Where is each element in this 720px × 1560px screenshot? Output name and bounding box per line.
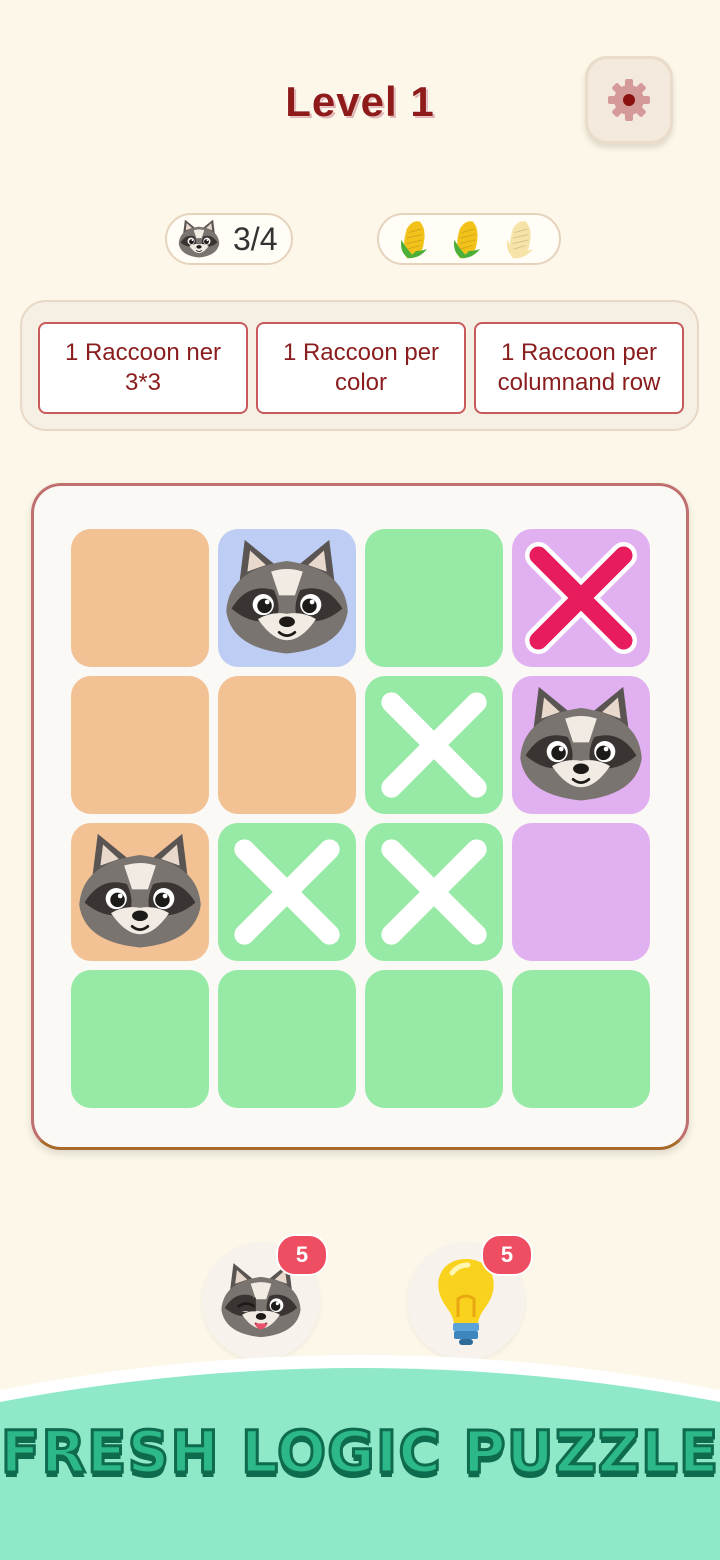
grid-cell-r4-c3[interactable] — [365, 970, 503, 1108]
raccoon-icon — [74, 826, 206, 958]
rule-card-3: 1 Raccoon per columnand row — [474, 322, 684, 414]
grid-cell-r2-c1[interactable] — [71, 676, 209, 814]
rules-panel: 1 Raccoon ner 3*3 1 Raccoon per color 1 … — [20, 300, 699, 431]
cross-icon — [381, 839, 487, 945]
grid-cell-r1-c3[interactable] — [365, 529, 503, 667]
corn-rating — [377, 213, 561, 265]
red-cross-icon — [525, 542, 637, 654]
raccoon-icon — [177, 217, 221, 261]
corn-empty-icon — [503, 216, 541, 262]
corn-icon — [450, 216, 488, 262]
grid-cell-r4-c4[interactable] — [512, 970, 650, 1108]
grid-cell-r2-c3[interactable] — [365, 676, 503, 814]
grid-cell-r4-c1[interactable] — [71, 970, 209, 1108]
puzzle-board — [31, 483, 689, 1150]
grid-cell-r1-c4[interactable] — [512, 529, 650, 667]
raccoon-count: 3/4 — [233, 220, 278, 257]
grid-cell-r3-c4[interactable] — [512, 823, 650, 961]
cross-icon — [381, 692, 487, 798]
rule-card-2: 1 Raccoon per color — [256, 322, 466, 414]
count-badge: 5 — [481, 1234, 533, 1276]
promo-banner-text: FRESH LOGIC PUZZLE — [0, 1417, 720, 1488]
grid-cell-r2-c4[interactable] — [512, 676, 650, 814]
raccoon-icon — [221, 532, 353, 664]
grid-cell-r3-c3[interactable] — [365, 823, 503, 961]
grid-cell-r3-c1[interactable] — [71, 823, 209, 961]
grid-cell-r3-c2[interactable] — [218, 823, 356, 961]
grid-cell-r2-c2[interactable] — [218, 676, 356, 814]
settings-button[interactable] — [585, 56, 673, 144]
grid-cell-r4-c2[interactable] — [218, 970, 356, 1108]
raccoon-counter: 3/4 — [165, 213, 293, 265]
cross-icon — [234, 839, 340, 945]
raccoon-icon — [515, 679, 647, 811]
corn-icon — [397, 216, 435, 262]
count-badge: 5 — [276, 1234, 328, 1276]
grid-cell-r1-c1[interactable] — [71, 529, 209, 667]
rule-card-1: 1 Raccoon ner 3*3 — [38, 322, 248, 414]
gear-icon — [608, 79, 650, 121]
grid-cell-r1-c2[interactable] — [218, 529, 356, 667]
